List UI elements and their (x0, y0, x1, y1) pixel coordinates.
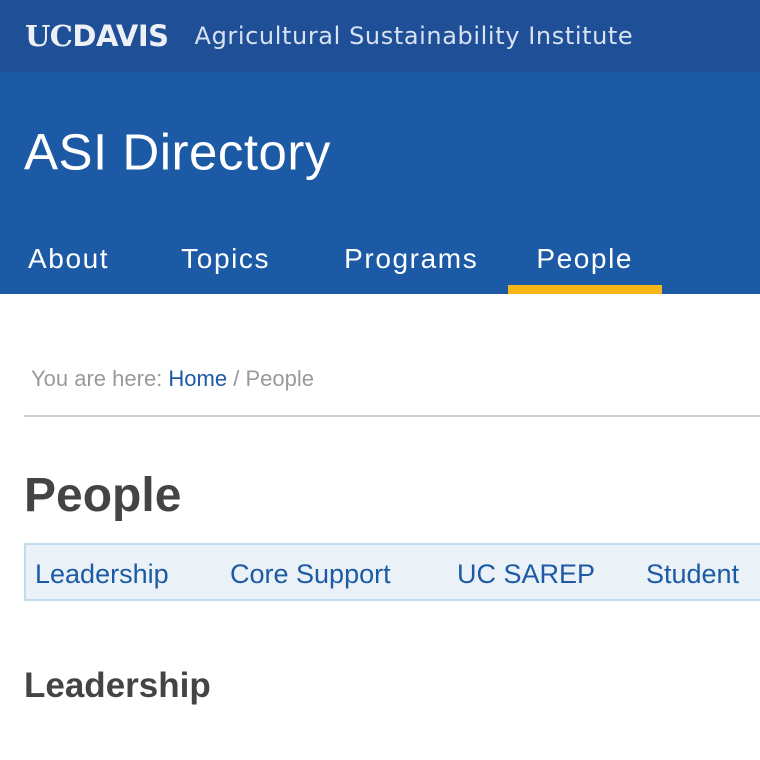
nav-item-topics[interactable]: Topics (137, 224, 314, 294)
site-title[interactable]: ASI Directory (24, 123, 331, 182)
breadcrumb: You are here: Home / People (31, 366, 314, 392)
uc-davis-logo[interactable]: UCDAVIS (25, 19, 169, 53)
subnav-item-student[interactable]: Student (646, 545, 739, 599)
logo-davis: DAVIS (72, 19, 169, 53)
breadcrumb-home-link[interactable]: Home (168, 366, 227, 391)
breadcrumb-separator: / (233, 366, 240, 391)
top-bar: UCDAVIS Agricultural Sustainability Inst… (0, 0, 760, 72)
people-subnav: Leadership Core Support UC SAREP Student (24, 543, 760, 601)
main-nav: About Topics Programs People (0, 224, 663, 294)
nav-item-programs[interactable]: Programs (314, 224, 508, 294)
nav-item-label: Programs (344, 243, 479, 274)
page-title: People (24, 469, 182, 522)
nav-item-label: People (536, 243, 634, 274)
site-header: ASI Directory About Topics Programs Peop… (0, 72, 760, 294)
subnav-item-core-support[interactable]: Core Support (230, 545, 391, 599)
active-indicator (508, 285, 663, 294)
nav-item-label: About (28, 243, 110, 274)
subnav-item-uc-sarep[interactable]: UC SAREP (457, 545, 595, 599)
nav-item-label: Topics (181, 243, 271, 274)
subnav-item-leadership[interactable]: Leadership (35, 545, 169, 599)
breadcrumb-current: People (245, 366, 314, 391)
breadcrumb-prefix: You are here: (31, 366, 163, 391)
section-title: Leadership (24, 666, 211, 705)
divider (24, 415, 760, 417)
logo-uc: UC (25, 19, 73, 53)
nav-item-about[interactable]: About (0, 224, 137, 294)
institute-name[interactable]: Agricultural Sustainability Institute (195, 22, 634, 50)
nav-item-people[interactable]: People (508, 224, 663, 294)
